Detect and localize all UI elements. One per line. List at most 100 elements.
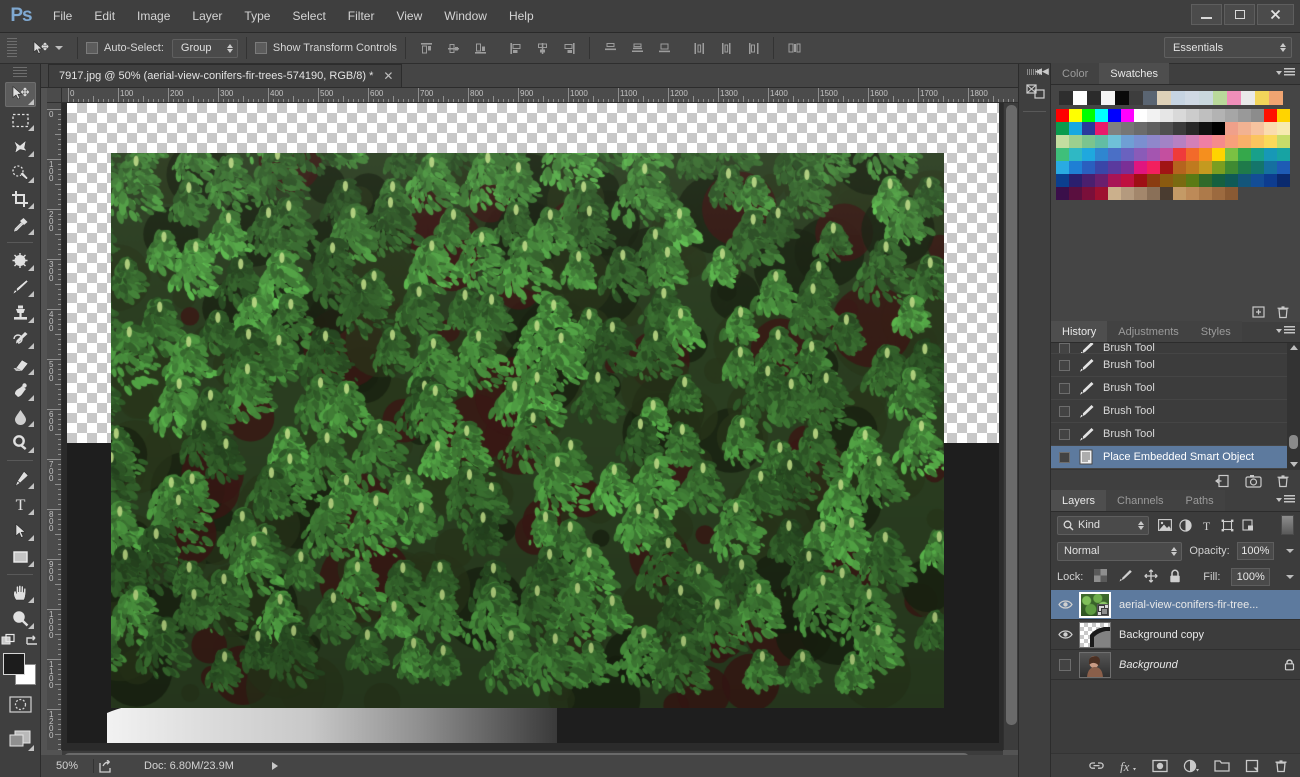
swatch[interactable] [1251, 174, 1264, 187]
swatch[interactable] [1147, 109, 1160, 122]
tab-styles[interactable]: Styles [1189, 321, 1242, 342]
fill-value[interactable]: 100% [1231, 568, 1270, 586]
foreground-color-swatch[interactable] [3, 653, 25, 675]
share-icon[interactable] [94, 759, 118, 773]
swatch[interactable] [1160, 161, 1173, 174]
tab-layers[interactable]: Layers [1051, 490, 1107, 511]
swatch[interactable] [1082, 135, 1095, 148]
lock-transparent-pixels-icon[interactable] [1094, 569, 1108, 585]
distribute-horizontal-centers-icon[interactable] [714, 37, 738, 59]
show-transform-controls-checkbox[interactable] [254, 42, 267, 54]
brush-tool[interactable] [5, 274, 36, 299]
swatch[interactable] [1134, 109, 1147, 122]
canvas-area[interactable] [62, 103, 1018, 750]
swatch[interactable] [1264, 135, 1277, 148]
swatch[interactable] [1056, 109, 1069, 122]
workspace-selector[interactable]: Essentials [1164, 37, 1292, 58]
swatch[interactable] [1134, 148, 1147, 161]
lock-position-icon[interactable] [1144, 568, 1158, 586]
align-left-edges-icon[interactable] [503, 37, 527, 59]
swatch[interactable] [1186, 135, 1199, 148]
swatch[interactable] [1056, 135, 1069, 148]
swatch[interactable] [1225, 135, 1238, 148]
swatch[interactable] [1160, 174, 1173, 187]
lasso-tool[interactable] [5, 134, 36, 159]
create-document-from-state-icon[interactable] [1215, 474, 1231, 488]
swatch[interactable] [1199, 161, 1212, 174]
swatch[interactable] [1264, 174, 1277, 187]
auto-align-layers-icon[interactable] [782, 37, 806, 59]
swatch[interactable] [1199, 109, 1212, 122]
history-item[interactable]: Brush Tool [1051, 377, 1300, 400]
swatch[interactable] [1073, 91, 1087, 105]
swatch[interactable] [1199, 91, 1213, 105]
layer-thumbnail[interactable] [1079, 591, 1111, 618]
edit-toolbar-icon[interactable] [1, 633, 17, 648]
crop-tool[interactable] [5, 186, 36, 211]
layer-filter-toggle[interactable] [1281, 515, 1294, 535]
new-swatch-icon[interactable] [1251, 305, 1266, 319]
swatch[interactable] [1095, 122, 1108, 135]
history-item-selected[interactable]: Place Embedded Smart Object [1051, 446, 1300, 469]
align-horizontal-centers-icon[interactable] [530, 37, 554, 59]
swatch[interactable] [1087, 91, 1101, 105]
swatch[interactable] [1056, 174, 1069, 187]
swatch[interactable] [1160, 109, 1173, 122]
minimize-button[interactable] [1191, 4, 1222, 25]
align-top-edges-icon[interactable] [414, 37, 438, 59]
tool-preset-chevron-icon[interactable] [55, 46, 63, 50]
new-adjustment-layer-icon[interactable] [1183, 759, 1199, 773]
swatch[interactable] [1173, 174, 1186, 187]
swatch[interactable] [1121, 174, 1134, 187]
history-item[interactable]: Brush Tool [1051, 343, 1300, 354]
swatch[interactable] [1173, 135, 1186, 148]
swatch[interactable] [1069, 135, 1082, 148]
swatch[interactable] [1160, 187, 1173, 200]
swatch[interactable] [1121, 187, 1134, 200]
swatch[interactable] [1264, 122, 1277, 135]
swatch[interactable] [1121, 135, 1134, 148]
lock-all-icon[interactable] [1169, 569, 1181, 586]
swatch[interactable] [1108, 174, 1121, 187]
swatch[interactable] [1277, 161, 1290, 174]
history-scrollbar[interactable] [1287, 343, 1300, 469]
swatch[interactable] [1069, 187, 1082, 200]
history-item[interactable]: Brush Tool [1051, 400, 1300, 423]
swatch[interactable] [1082, 148, 1095, 161]
swatch[interactable] [1121, 148, 1134, 161]
distribute-left-edges-icon[interactable] [687, 37, 711, 59]
swatch[interactable] [1199, 122, 1212, 135]
layer-thumbnail[interactable] [1079, 621, 1111, 648]
layer-style-fx-icon[interactable]: fx [1119, 759, 1137, 773]
status-expand-arrow[interactable] [271, 762, 278, 770]
swatch[interactable] [1277, 122, 1290, 135]
swatch[interactable] [1173, 148, 1186, 161]
swatch[interactable] [1241, 91, 1255, 105]
swatch[interactable] [1251, 109, 1264, 122]
swatch[interactable] [1212, 174, 1225, 187]
new-layer-icon[interactable] [1245, 759, 1259, 773]
swatch[interactable] [1160, 135, 1173, 148]
swatch[interactable] [1269, 91, 1283, 105]
swatch[interactable] [1251, 135, 1264, 148]
swatch[interactable] [1069, 148, 1082, 161]
tab-swatches[interactable]: Swatches [1099, 63, 1169, 84]
opacity-chevron-icon[interactable] [1286, 549, 1294, 553]
swatch[interactable] [1199, 135, 1212, 148]
swatch[interactable] [1225, 109, 1238, 122]
swatch[interactable] [1238, 161, 1251, 174]
filter-smart-object-icon[interactable] [1240, 516, 1257, 535]
tab-color[interactable]: Color [1051, 63, 1100, 84]
dodge-tool[interactable] [5, 430, 36, 455]
tab-channels[interactable]: Channels [1106, 490, 1175, 511]
history-brush-tool[interactable] [5, 326, 36, 351]
history-list[interactable]: Brush Tool Brush Tool Brush Tool Brush Tool… [1051, 343, 1300, 469]
opacity-value[interactable]: 100% [1236, 542, 1274, 560]
swatch[interactable] [1108, 161, 1121, 174]
swatch[interactable] [1199, 174, 1212, 187]
distribute-bottom-edges-icon[interactable] [652, 37, 676, 59]
swatch[interactable] [1147, 135, 1160, 148]
swatch[interactable] [1264, 109, 1277, 122]
rectangular-marquee-tool[interactable] [5, 108, 36, 133]
layer-row-selected[interactable]: aerial-view-conifers-fir-tree... [1051, 590, 1300, 620]
